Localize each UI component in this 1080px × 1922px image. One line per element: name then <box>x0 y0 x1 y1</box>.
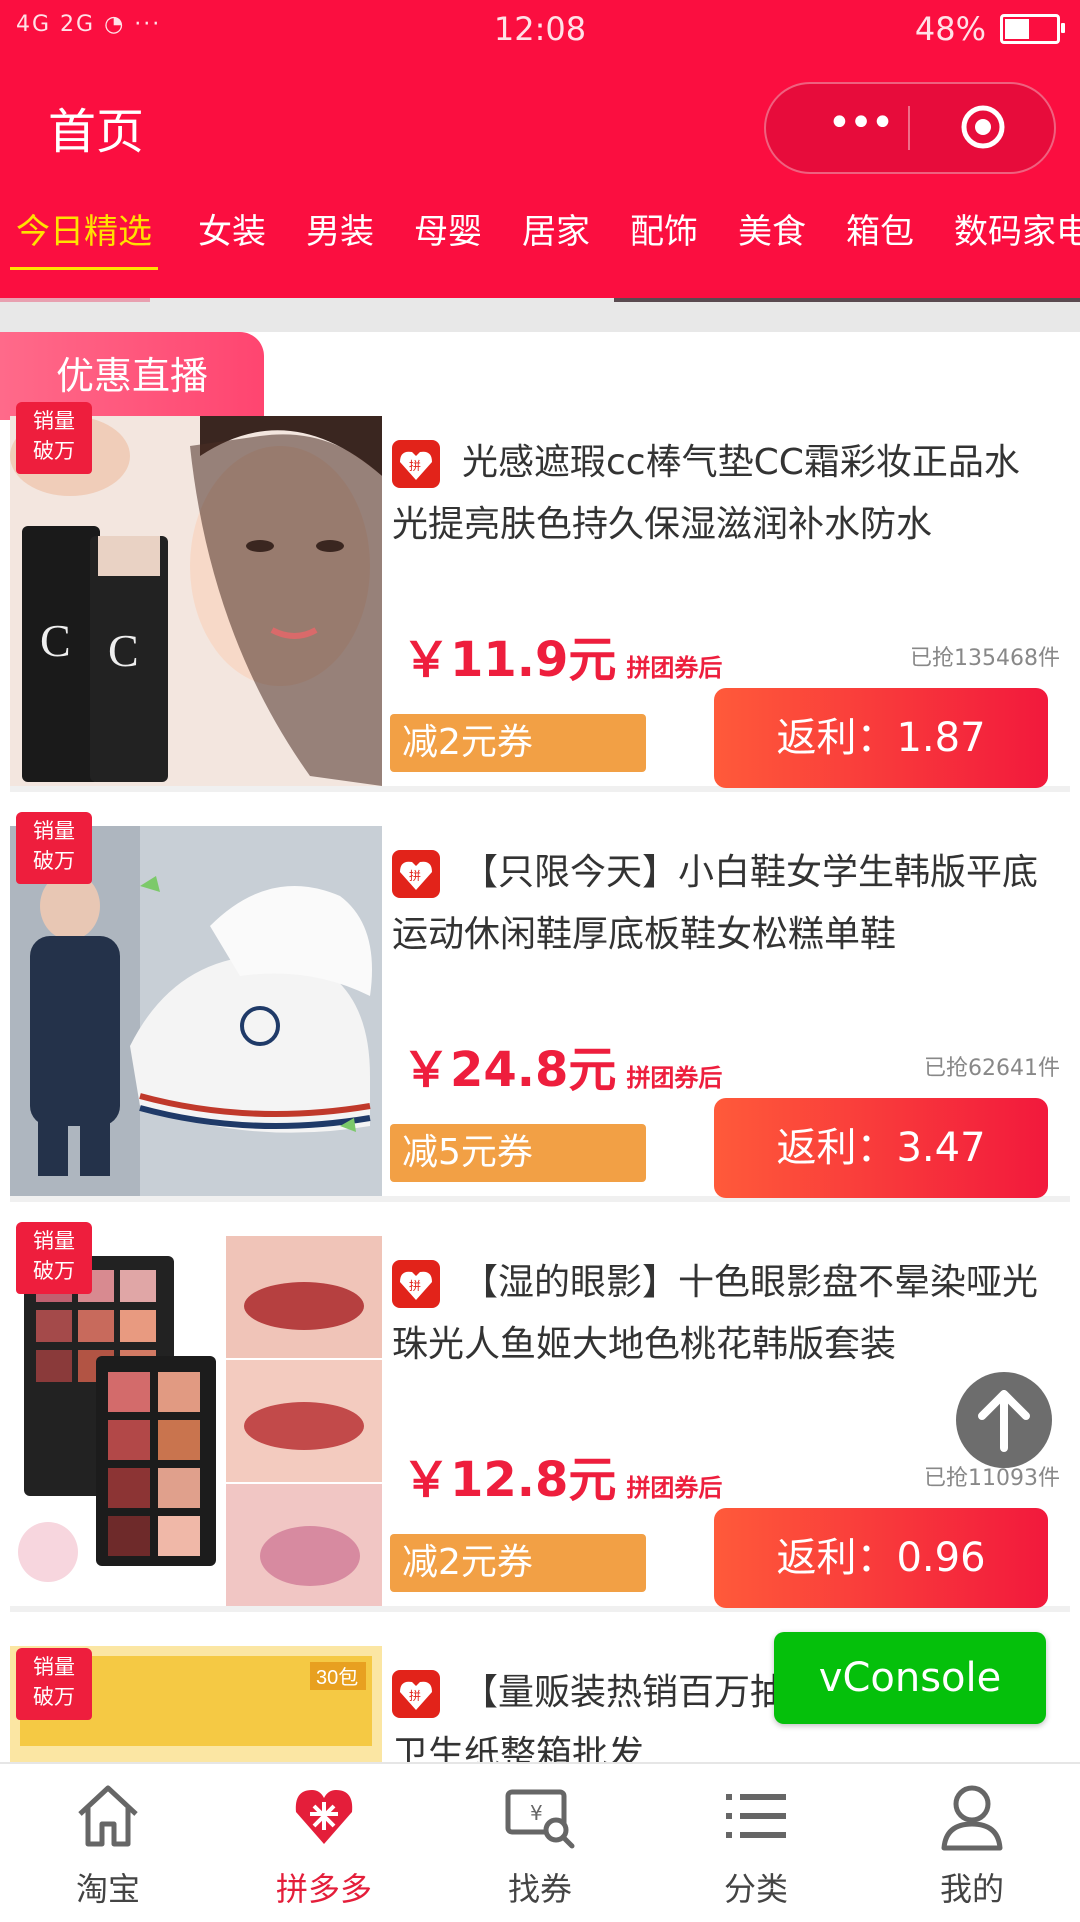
home-icon <box>78 1785 138 1847</box>
sold-count: 已抢62641件 <box>924 1056 1060 1081</box>
product-card[interactable]: C C 销量 破万 拼 光感遮瑕cc棒气垫CC霜彩妆正品水光提亮肤色持久保湿滋润补… <box>10 402 1070 792</box>
price-note: 拼团券后 <box>626 1474 723 1502</box>
banner-strip <box>0 298 1080 332</box>
tab-bags[interactable]: 箱包 <box>846 210 914 270</box>
nav-me[interactable]: 我的 <box>864 1764 1080 1922</box>
rebate-button[interactable]: 返利：1.87 <box>714 688 1048 788</box>
nav-taobao[interactable]: 淘宝 <box>0 1764 216 1922</box>
nav-label: 找券 <box>507 1870 572 1908</box>
tab-electronics[interactable]: 数码家电 <box>954 210 1080 270</box>
back-to-top-button[interactable] <box>956 1372 1052 1468</box>
svg-text:¥: ¥ <box>530 1801 543 1825</box>
tab-mens[interactable]: 男装 <box>306 210 374 270</box>
tab-today-picks[interactable]: 今日精选 <box>10 210 158 270</box>
bestseller-badge: 销量 破万 <box>16 1222 92 1294</box>
top-header: 4G 2G ◔ ··· 12:08 48% 首页 ••• 今日精选 女装 男装 … <box>0 0 1080 298</box>
tab-home[interactable]: 居家 <box>522 210 590 270</box>
rebate-button[interactable]: 返利：3.47 <box>714 1098 1048 1198</box>
price-note: 拼团券后 <box>626 654 723 682</box>
price-note: 拼团券后 <box>626 1064 723 1092</box>
nav-label: 分类 <box>723 1870 788 1908</box>
product-title[interactable]: 【只限今天】小白鞋女学生韩版平底运动休闲鞋厚底板鞋女松糕单鞋 <box>392 842 1052 966</box>
nav-label: 拼多多 <box>275 1870 372 1908</box>
tab-baby[interactable]: 母婴 <box>414 210 482 270</box>
svg-text:C: C <box>108 625 139 676</box>
bestseller-badge: 销量 破万 <box>16 402 92 474</box>
user-icon <box>941 1785 1003 1851</box>
product-price: ￥24.8元 拼团券后 <box>402 1030 722 1100</box>
close-miniprogram-icon[interactable] <box>958 102 1008 152</box>
arrow-up-icon <box>978 1390 1030 1452</box>
coupon-tag[interactable]: 减2元券 <box>390 1534 646 1592</box>
vconsole-button[interactable]: vConsole <box>774 1632 1046 1724</box>
pinduoduo-icon <box>295 1790 353 1844</box>
battery-percent: 48% <box>914 10 986 48</box>
nav-label: 我的 <box>939 1870 1004 1908</box>
product-title[interactable]: 【湿的眼影】十色眼影盘不晕染哑光珠光人鱼姬大地色桃花韩版套装 <box>392 1252 1052 1376</box>
product-card[interactable]: 销量 破万 拼 【只限今天】小白鞋女学生韩版平底运动休闲鞋厚底板鞋女松糕单鞋 ￥2… <box>10 812 1070 1202</box>
nav-pinduoduo[interactable]: 拼多多 <box>216 1764 432 1922</box>
nav-categories[interactable]: 分类 <box>648 1764 864 1922</box>
coupon-tag[interactable]: 减5元券 <box>390 1124 646 1182</box>
product-card[interactable]: 销量 破万 拼 【湿的眼影】十色眼影盘不晕染哑光珠光人鱼姬大地色桃花韩版套装 ￥1… <box>10 1222 1070 1612</box>
price-value: ￥24.8元 <box>402 1042 617 1098</box>
battery-indicator: 48% <box>914 10 1065 48</box>
tab-womens[interactable]: 女装 <box>198 210 266 270</box>
tab-accessories[interactable]: 配饰 <box>630 210 698 270</box>
product-price: ￥12.8元 拼团券后 <box>402 1440 722 1510</box>
product-price: ￥11.9元 拼团券后 <box>402 620 722 690</box>
price-value: ￥11.9元 <box>402 632 617 688</box>
nav-find-coupon[interactable]: ¥ 找券 <box>432 1764 648 1922</box>
coupon-search-icon: ¥ <box>505 1789 575 1849</box>
page-title: 首页 <box>48 104 145 160</box>
bottom-navigation: 淘宝 拼多多 ¥ 找券 分类 我的 <box>0 1762 1080 1922</box>
price-value: ￥12.8元 <box>402 1452 617 1508</box>
coupon-tag[interactable]: 减2元券 <box>390 714 646 772</box>
list-icon <box>726 1794 786 1838</box>
status-bar: 4G 2G ◔ ··· 12:08 48% <box>0 0 1080 56</box>
nav-label: 淘宝 <box>75 1870 140 1908</box>
category-tabs: 今日精选 女装 男装 母婴 居家 配饰 美食 箱包 数码家电 <box>0 210 1080 270</box>
sold-count: 已抢135468件 <box>910 646 1060 671</box>
miniprogram-capsule: ••• <box>764 82 1056 174</box>
svg-text:30包: 30包 <box>316 1666 358 1689</box>
capsule-divider <box>908 106 910 150</box>
svg-text:C: C <box>40 615 71 666</box>
tab-food[interactable]: 美食 <box>738 210 806 270</box>
bestseller-badge: 销量 破万 <box>16 1648 92 1720</box>
bestseller-badge: 销量 破万 <box>16 812 92 884</box>
rebate-button[interactable]: 返利：0.96 <box>714 1508 1048 1608</box>
battery-icon <box>1000 14 1065 44</box>
product-title[interactable]: 光感遮瑕cc棒气垫CC霜彩妆正品水光提亮肤色持久保湿滋润补水防水 <box>392 432 1052 556</box>
more-menu-button[interactable]: ••• <box>810 103 910 143</box>
